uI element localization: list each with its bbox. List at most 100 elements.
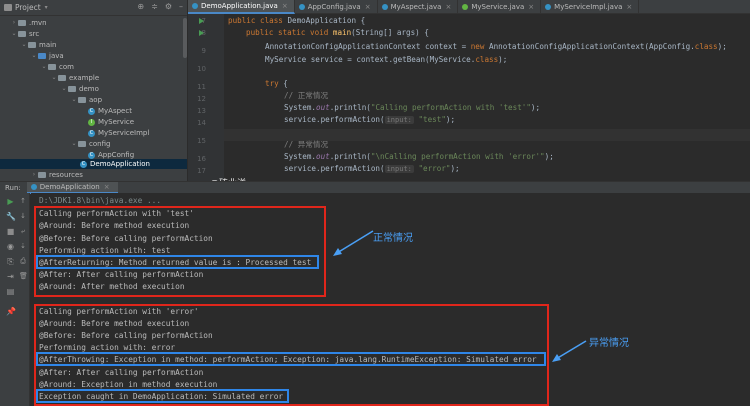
exit-icon[interactable]: ⇥ bbox=[6, 272, 15, 281]
project-panel-title[interactable]: Project bbox=[15, 3, 41, 12]
trash-icon[interactable]: 🗑 bbox=[19, 272, 28, 280]
code-editor[interactable]: public class DemoApplication { public st… bbox=[224, 14, 750, 181]
run-gutter-icon[interactable] bbox=[199, 18, 204, 24]
chevron-down-icon[interactable]: ⌄ bbox=[60, 84, 68, 94]
pin-icon[interactable]: 📌 bbox=[6, 307, 16, 316]
scroll-to-end-icon[interactable]: ⇣ bbox=[19, 242, 27, 250]
chevron-down-icon[interactable]: ⌄ bbox=[30, 51, 38, 61]
package-icon bbox=[78, 97, 86, 103]
run-gutter-icon[interactable] bbox=[199, 30, 204, 36]
close-icon[interactable]: × bbox=[282, 2, 288, 10]
layout-icon[interactable]: ▤ bbox=[6, 287, 15, 296]
project-scrollbar[interactable] bbox=[183, 18, 187, 58]
line-number: 13 bbox=[197, 107, 206, 115]
chevron-down-icon[interactable]: ⌄ bbox=[20, 40, 28, 50]
exception-caught-highlight bbox=[36, 389, 289, 403]
tree-label: MyService bbox=[98, 118, 135, 126]
code-line: public class DemoApplication { bbox=[228, 16, 366, 25]
tree-item-myservice[interactable]: I MyService bbox=[88, 117, 134, 127]
folder-icon bbox=[28, 42, 36, 48]
chevron-down-icon[interactable]: ⌄ bbox=[10, 29, 18, 39]
tree-label: DemoApplication bbox=[90, 160, 150, 168]
line-number: 9 bbox=[201, 47, 206, 55]
tree-item-aop[interactable]: ⌄ aop bbox=[70, 95, 102, 105]
class-icon bbox=[545, 4, 552, 10]
chevron-down-icon[interactable]: ⌄ bbox=[70, 139, 78, 149]
tree-item-java[interactable]: ⌄ java bbox=[30, 51, 63, 61]
code-line: service.performAction(input: "error"); bbox=[284, 164, 460, 173]
chevron-right-icon[interactable]: › bbox=[30, 170, 38, 180]
chevron-right-icon[interactable]: › bbox=[10, 18, 18, 28]
line-number: 10 bbox=[197, 65, 206, 73]
tree-item-resources[interactable]: › resources bbox=[30, 170, 83, 180]
run-tab-label: DemoApplication bbox=[39, 182, 100, 191]
package-icon bbox=[68, 86, 76, 92]
project-panel-header[interactable]: Project ▾ ⊕ ≑ ⚙ – bbox=[0, 0, 187, 16]
class-icon: C bbox=[88, 129, 95, 137]
tree-item-src[interactable]: ⌄ src bbox=[10, 29, 39, 39]
tree-item-mvn[interactable]: › .mvn bbox=[10, 18, 47, 28]
restore-layout-icon[interactable]: ⎘ bbox=[6, 257, 15, 266]
tab-appconfig[interactable]: AppConfig.java × bbox=[295, 0, 378, 14]
tree-label: .mvn bbox=[29, 19, 47, 27]
run-toolbar: ▶ ↑ 🔧 ↓ ■ ⤶ ◉ ⇣ ⎘ ⎙ ⇥ 🗑 ▤ 📌 bbox=[0, 193, 30, 406]
tree-item-demoapplication[interactable]: C DemoApplication bbox=[80, 159, 150, 169]
chevron-down-icon[interactable]: ⌄ bbox=[40, 62, 48, 72]
normal-case-label: 正常情况 bbox=[373, 233, 413, 244]
run-label: Run: bbox=[5, 183, 21, 192]
class-icon: C bbox=[88, 107, 95, 115]
code-line: service.performAction(input: "test"); bbox=[284, 115, 456, 124]
tab-label: DemoApplication.java bbox=[201, 2, 278, 10]
tab-label: MyAspect.java bbox=[390, 3, 442, 11]
class-icon bbox=[30, 183, 37, 190]
close-icon[interactable]: × bbox=[626, 3, 632, 11]
console-output[interactable]: D:\JDK1.8\bin\java.exe ... Calling perfo… bbox=[31, 193, 750, 406]
up-arrow-icon[interactable]: ↑ bbox=[19, 197, 27, 205]
gear-icon[interactable]: ⚙ bbox=[165, 2, 172, 11]
tab-demoapplication[interactable]: DemoApplication.java × bbox=[188, 0, 295, 14]
project-tree[interactable]: › .mvn ⌄ src ⌄ main ⌄ java ⌄ com ⌄ example ⌄ de… bbox=[0, 16, 187, 181]
locate-icon[interactable]: ⊕ bbox=[137, 2, 144, 11]
tree-label: demo bbox=[79, 85, 99, 93]
tree-label: main bbox=[39, 41, 57, 49]
line-number: 14 bbox=[197, 119, 206, 127]
tree-item-config[interactable]: ⌄ config bbox=[70, 139, 110, 149]
chevron-down-icon[interactable]: ⌄ bbox=[50, 73, 58, 83]
dropdown-arrow-icon[interactable]: ▾ bbox=[45, 4, 48, 11]
hide-icon[interactable]: – bbox=[179, 2, 183, 11]
tree-item-com[interactable]: ⌄ com bbox=[40, 62, 73, 72]
collapse-icon[interactable]: ≑ bbox=[151, 2, 158, 11]
code-line: AnnotationConfigApplicationContext conte… bbox=[265, 42, 727, 51]
close-icon[interactable]: × bbox=[365, 3, 371, 11]
class-icon bbox=[298, 4, 305, 10]
tree-label: src bbox=[29, 30, 40, 38]
chevron-down-icon[interactable]: ⌄ bbox=[70, 95, 78, 105]
tab-myaspect[interactable]: MyAspect.java × bbox=[378, 0, 459, 14]
folder-icon bbox=[38, 172, 46, 178]
tree-item-demo[interactable]: ⌄ demo bbox=[60, 84, 99, 94]
close-icon[interactable]: × bbox=[445, 3, 451, 11]
rerun-icon[interactable]: ▶ bbox=[6, 197, 15, 206]
package-icon bbox=[78, 141, 86, 147]
down-arrow-icon[interactable]: ↓ bbox=[19, 212, 27, 220]
tree-label: MyServiceImpl bbox=[98, 129, 150, 137]
tab-myservice[interactable]: MyService.java × bbox=[458, 0, 542, 14]
soft-wrap-icon[interactable]: ⤶ bbox=[19, 227, 27, 235]
editor-gutter[interactable]: 7 8 9 10 11 12 13 14 15 16 17 bbox=[188, 14, 224, 181]
close-icon[interactable]: × bbox=[528, 3, 534, 11]
close-icon[interactable]: × bbox=[104, 183, 110, 191]
run-tab-demoapplication[interactable]: DemoApplication × bbox=[26, 181, 118, 194]
wrench-icon[interactable]: 🔧 bbox=[6, 212, 16, 221]
print-icon[interactable]: ⎙ bbox=[19, 257, 27, 265]
tree-item-myserviceimpl[interactable]: C MyServiceImpl bbox=[88, 128, 149, 138]
tree-item-example[interactable]: ⌄ example bbox=[50, 73, 99, 83]
camera-icon[interactable]: ◉ bbox=[6, 242, 15, 251]
code-comment: // 异常情况 bbox=[284, 140, 329, 149]
tab-label: MyServiceImpl.java bbox=[554, 3, 623, 11]
tab-myserviceimpl[interactable]: MyServiceImpl.java × bbox=[541, 0, 640, 14]
tree-item-myaspect[interactable]: C MyAspect bbox=[88, 106, 132, 116]
editor-tab-bar: DemoApplication.java × AppConfig.java × My… bbox=[188, 0, 750, 14]
stop-icon[interactable]: ■ bbox=[6, 227, 15, 236]
abnormal-arrow-icon bbox=[552, 340, 587, 362]
tree-item-main[interactable]: ⌄ main bbox=[20, 40, 57, 50]
